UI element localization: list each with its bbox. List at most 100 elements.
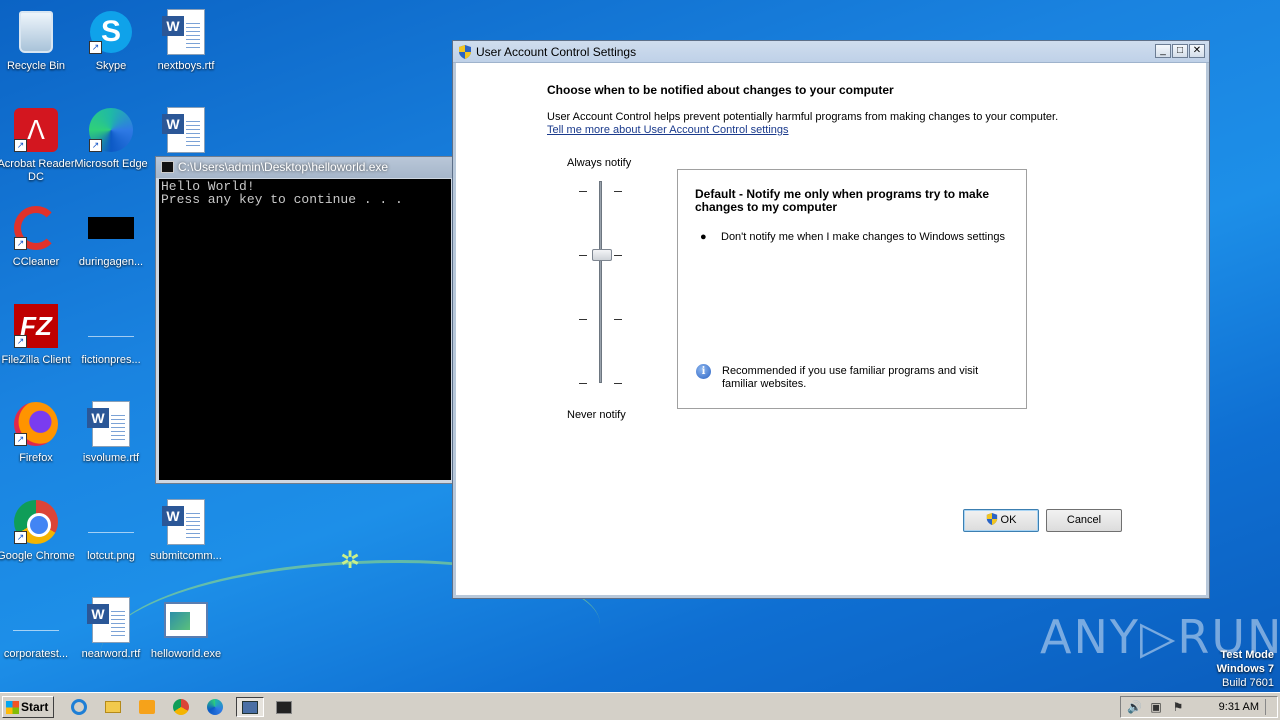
taskbar-uac-settings[interactable] [236,697,264,717]
word-document-icon: W [162,107,205,153]
desktop-icon-submitcomm[interactable]: W submitcomm... [147,498,225,563]
word-document-icon: W [162,9,205,55]
info-icon: i [696,364,711,379]
desktop-icon-nearword[interactable]: W nearword.rtf [72,596,150,661]
desktop-icon-label: Acrobat Reader DC [0,158,75,183]
word-document-icon: W [162,499,205,545]
desktop-icon-label: Microsoft Edge [74,158,148,170]
show-desktop-button[interactable] [1265,699,1275,715]
slider-top-label: Always notify [567,157,632,169]
desktop-icon-label: duringagen... [78,256,144,268]
desktop-icon-edge[interactable]: ↗ Microsoft Edge [72,106,150,171]
os-label: Windows 7 [1216,663,1274,675]
console-window[interactable]: C:\Users\admin\Desktop\helloworld.exe He… [155,156,455,484]
desktop-icon-label: CCleaner [12,256,60,268]
internet-explorer-icon [71,699,87,715]
taskbar: Start 🔊 ▣ ⚑ 9:31 AM [0,692,1280,720]
slider-tick [614,319,622,320]
taskbar-explorer[interactable] [102,697,124,717]
desktop-icon-nextboys[interactable]: W nextboys.rtf [147,8,225,73]
close-button[interactable]: ✕ [1189,44,1205,58]
desktop-icon-label: Google Chrome [0,550,75,562]
build-label: Build 7601 [1222,677,1274,689]
shortcut-arrow-icon: ↗ [14,335,27,348]
uac-learn-more-link[interactable]: Tell me more about User Account Control … [547,124,789,136]
taskbar-chrome[interactable] [170,697,192,717]
windows-logo-icon [6,701,19,714]
recycle-bin-icon [19,11,53,53]
desktop-icon-label: isvolume.rtf [82,452,140,464]
slider-tick [614,191,622,192]
desktop-icon-label: Recycle Bin [6,60,66,72]
slider-thumb[interactable] [592,249,612,261]
maximize-button[interactable]: □ [1172,44,1188,58]
desktop-icon-word-doc[interactable]: W [147,106,225,158]
uac-settings-icon [242,700,258,714]
uac-shield-icon [459,45,471,59]
console-output[interactable]: Hello World! Press any key to continue .… [159,179,451,480]
desktop-icon-lotcut[interactable]: lotcut.png [72,498,150,563]
desktop-icon-label: nextboys.rtf [157,60,215,72]
media-player-icon [139,700,155,714]
desktop-icon-fictionpres[interactable]: fictionpres... [72,302,150,367]
slider-tick [614,255,622,256]
taskbar-console[interactable] [270,697,298,717]
desktop-icon-firefox[interactable]: ↗ Firefox [0,400,75,465]
file-icon [88,217,134,239]
chrome-icon [173,699,189,715]
shortcut-arrow-icon: ↗ [14,531,27,544]
wallpaper-logo-icon: ✲ [340,547,361,574]
ok-button-label: OK [1000,514,1017,526]
taskbar-media-player[interactable] [136,697,158,717]
desktop-icon-isvolume[interactable]: W isvolume.rtf [72,400,150,465]
shortcut-arrow-icon: ↗ [14,139,27,152]
slider-tick [579,191,587,192]
uac-heading: Choose when to be notified about changes… [547,83,894,97]
slider-track[interactable] [599,181,602,383]
ok-button[interactable]: OK [963,509,1039,532]
slider-tick [579,319,587,320]
level-recommendation: Recommended if you use familiar programs… [722,365,979,390]
desktop-icon-recycle-bin[interactable]: Recycle Bin [0,8,75,73]
desktop-icon-helloworld[interactable]: helloworld.exe [147,596,225,661]
console-title: C:\Users\admin\Desktop\helloworld.exe [178,160,389,174]
desktop-icon-label: lotcut.png [87,550,135,562]
slider-tick [579,255,587,256]
cmd-icon [276,700,292,714]
desktop-icon-filezilla[interactable]: FZ ↗ FileZilla Client [0,302,75,367]
desktop-icon-skype[interactable]: S ↗ Skype [72,8,150,73]
desktop-icon-corporatest[interactable]: corporatest... [0,596,75,661]
desktop-icon-duringagen[interactable]: duringagen... [72,204,150,269]
desktop-icon-label: Skype [95,60,127,72]
shortcut-arrow-icon: ↗ [89,41,102,54]
image-file-icon [88,511,134,533]
desktop-icon-acrobat[interactable]: ᐱ ↗ Acrobat Reader DC [0,106,75,184]
desktop-icon-chrome[interactable]: ↗ Google Chrome [0,498,75,563]
uac-settings-window[interactable]: User Account Control Settings _ □ ✕ Choo… [452,40,1210,599]
desktop-icon-ccleaner[interactable]: ↗ CCleaner [0,204,75,269]
desktop-icon-label: Firefox [19,452,53,464]
start-button[interactable]: Start [2,696,54,718]
console-titlebar[interactable]: C:\Users\admin\Desktop\helloworld.exe [156,157,454,178]
level-bullet-text: Don't notify me when I make changes to W… [721,231,1005,243]
test-mode-notice: Test Mode Windows 7 Build 7601 [1217,648,1274,690]
slider-bottom-label: Never notify [567,409,626,421]
taskbar-internet-explorer[interactable] [68,697,90,717]
uac-titlebar[interactable]: User Account Control Settings _ □ ✕ [453,41,1209,63]
minimize-button[interactable]: _ [1155,44,1171,58]
clock[interactable]: 9:31 AM [1219,701,1259,713]
cancel-button[interactable]: Cancel [1046,509,1122,532]
notification-level-slider[interactable] [579,181,625,391]
volume-icon[interactable]: 🔊 [1127,700,1142,714]
system-tray: 🔊 ▣ ⚑ 9:31 AM [1120,696,1278,718]
desktop-icon-label: fictionpres... [81,354,141,366]
action-center-flag-icon[interactable]: ⚑ [1171,700,1185,714]
desktop-icon-label: FileZilla Client [1,354,71,366]
network-icon[interactable]: ▣ [1149,700,1163,714]
start-label: Start [21,700,49,714]
slider-tick [579,383,587,384]
taskbar-edge[interactable] [204,697,226,717]
desktop-icon-label: helloworld.exe [150,648,222,660]
executable-icon [164,602,208,638]
desktop-icon-label: corporatest... [3,648,69,660]
